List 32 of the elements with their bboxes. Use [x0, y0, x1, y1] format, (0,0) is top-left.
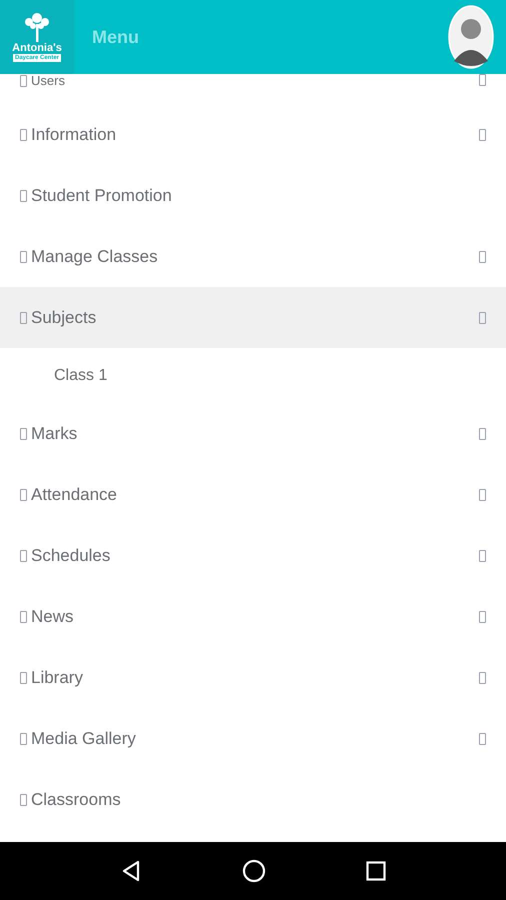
missing-glyph-icon [20, 75, 27, 87]
missing-glyph-icon [20, 488, 27, 500]
avatar[interactable] [448, 5, 494, 69]
home-icon[interactable] [242, 859, 266, 883]
missing-glyph-icon [20, 610, 27, 622]
menu-item-label: Manage Classes [31, 246, 158, 268]
back-icon[interactable] [120, 860, 142, 882]
header-title: Menu [92, 26, 139, 48]
menu-item-label: Schedules [31, 544, 110, 567]
missing-glyph-icon [20, 250, 27, 262]
menu-item-label: Student Promotion [31, 184, 172, 207]
missing-glyph-icon [20, 190, 27, 202]
missing-glyph-icon [20, 672, 27, 684]
menu-item-label: Information [31, 124, 116, 146]
recents-icon[interactable] [366, 861, 386, 881]
menu-item-label: Marks [31, 422, 78, 445]
missing-glyph-icon [20, 312, 27, 324]
menu-item-label: Users [31, 74, 65, 88]
menu-item-label: Library [31, 666, 83, 689]
missing-glyph-icon [20, 794, 27, 806]
logo-name: Antonia's [12, 42, 62, 54]
menu-item-label: Attendance [31, 484, 118, 506]
missing-glyph-icon [20, 128, 27, 140]
menu-item[interactable]: Subjects [0, 287, 506, 348]
menu-item-label: Subjects [31, 306, 96, 329]
missing-glyph-icon [20, 550, 27, 562]
menu-item-label: Classrooms [31, 788, 121, 811]
missing-glyph-icon [20, 732, 27, 744]
submenu-item[interactable]: Class 1 [0, 348, 506, 403]
menu-item-label: Media Gallery [31, 728, 136, 750]
missing-glyph-icon [20, 428, 27, 440]
menu-item-label: News [31, 606, 74, 628]
